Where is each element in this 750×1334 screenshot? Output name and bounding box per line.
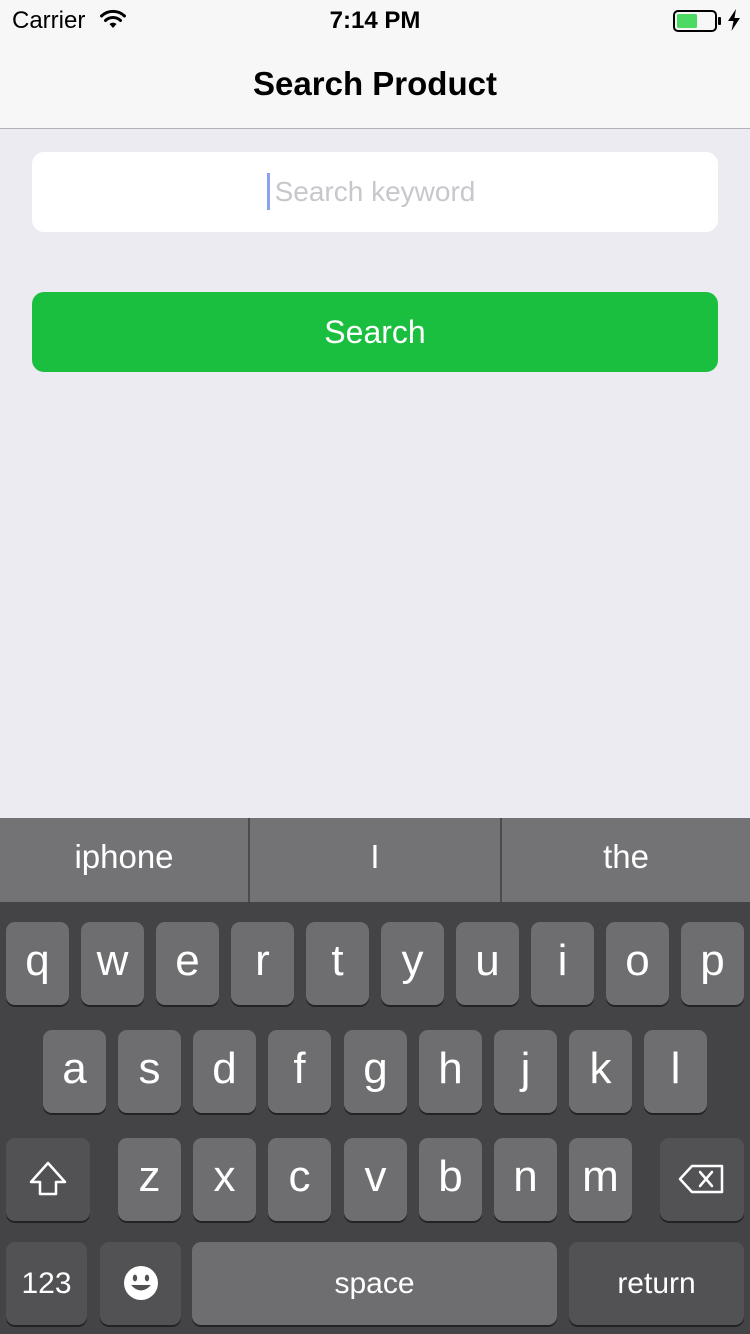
suggestion-item[interactable]: the	[502, 818, 750, 902]
key-q[interactable]: q	[6, 922, 69, 1005]
text-cursor	[267, 173, 270, 210]
shift-key[interactable]	[6, 1138, 90, 1221]
key-a[interactable]: a	[43, 1030, 106, 1113]
key-d[interactable]: d	[193, 1030, 256, 1113]
key-u[interactable]: u	[456, 922, 519, 1005]
suggestion-bar: iphone I the	[0, 818, 750, 902]
space-key[interactable]: space	[192, 1242, 557, 1325]
key-w[interactable]: w	[81, 922, 144, 1005]
key-x[interactable]: x	[193, 1138, 256, 1221]
backspace-icon	[660, 1138, 744, 1221]
navigation-bar: Search Product	[0, 40, 750, 129]
search-field[interactable]	[32, 152, 718, 232]
search-input[interactable]	[32, 152, 718, 232]
key-c[interactable]: c	[268, 1138, 331, 1221]
key-f[interactable]: f	[268, 1030, 331, 1113]
status-bar: Carrier 7:14 PM	[0, 0, 750, 40]
key-j[interactable]: j	[494, 1030, 557, 1113]
emoji-icon	[100, 1242, 181, 1325]
key-y[interactable]: y	[381, 922, 444, 1005]
key-o[interactable]: o	[606, 922, 669, 1005]
key-z[interactable]: z	[118, 1138, 181, 1221]
key-h[interactable]: h	[419, 1030, 482, 1113]
key-t[interactable]: t	[306, 922, 369, 1005]
page-title: Search Product	[253, 65, 497, 102]
search-button[interactable]: Search	[32, 292, 718, 372]
numbers-key[interactable]: 123	[6, 1242, 87, 1325]
shift-icon	[6, 1138, 90, 1221]
suggestion-item[interactable]: iphone	[0, 818, 248, 902]
key-i[interactable]: i	[531, 922, 594, 1005]
key-m[interactable]: m	[569, 1138, 632, 1221]
battery-icon	[673, 10, 723, 32]
charging-icon	[727, 9, 741, 31]
key-s[interactable]: s	[118, 1030, 181, 1113]
key-l[interactable]: l	[644, 1030, 707, 1113]
key-e[interactable]: e	[156, 922, 219, 1005]
suggestion-item[interactable]: I	[250, 818, 500, 902]
key-v[interactable]: v	[344, 1138, 407, 1221]
key-p[interactable]: p	[681, 922, 744, 1005]
status-time: 7:14 PM	[329, 7, 421, 34]
key-b[interactable]: b	[419, 1138, 482, 1221]
key-k[interactable]: k	[569, 1030, 632, 1113]
keyboard: iphone I the q w e r t y u i o p a s d f…	[0, 818, 750, 1334]
key-n[interactable]: n	[494, 1138, 557, 1221]
key-r[interactable]: r	[231, 922, 294, 1005]
backspace-key[interactable]	[660, 1138, 744, 1221]
emoji-key[interactable]	[100, 1242, 181, 1325]
key-g[interactable]: g	[344, 1030, 407, 1113]
return-key[interactable]: return	[569, 1242, 744, 1325]
